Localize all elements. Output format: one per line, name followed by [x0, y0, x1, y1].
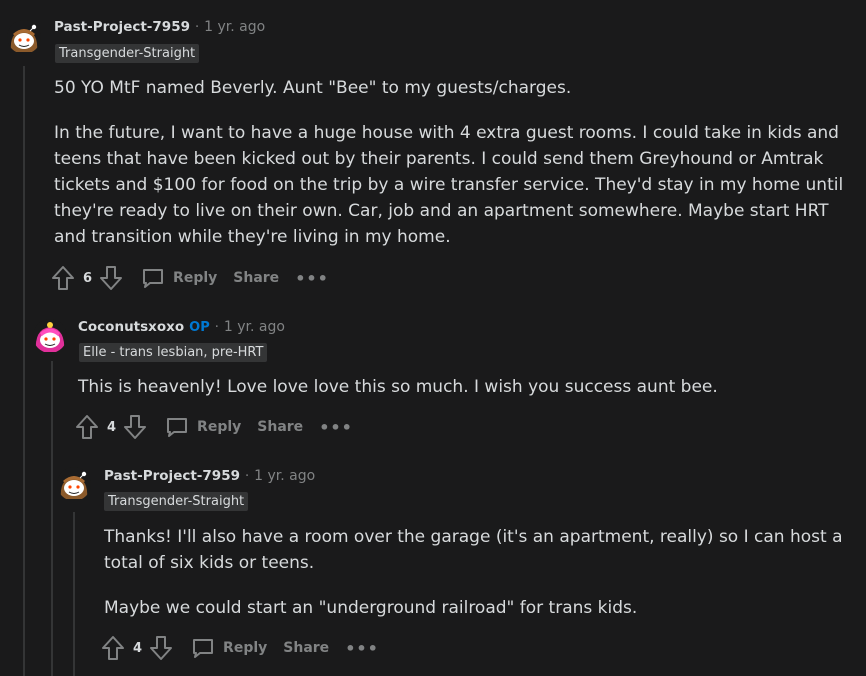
author-name[interactable]: Past-Project-7959 [104, 468, 240, 484]
reply-label: Reply [223, 640, 268, 656]
comment-actions: 4 Reply Share ••• [101, 635, 379, 661]
vote-count: 4 [133, 640, 143, 656]
timestamp[interactable]: 1 yr. ago [254, 468, 315, 484]
snoo-avatar-icon [57, 467, 91, 501]
comment-bubble-icon [193, 639, 214, 658]
downvote-icon[interactable] [149, 635, 173, 661]
comment-body: Thanks! I'll also have a room over the g… [104, 524, 856, 640]
user-flair: Transgender-Straight [104, 492, 249, 511]
meta-separator: · [244, 468, 250, 484]
comment-paragraph: Maybe we could start an "underground rai… [104, 598, 638, 618]
avatar[interactable] [57, 467, 91, 501]
more-options-button[interactable]: ••• [345, 639, 379, 658]
comment-3: Past-Project-7959 · 1 yr. ago Transgende… [0, 0, 866, 676]
comment-paragraph: Thanks! I'll also have a room over the g… [104, 527, 843, 573]
share-button[interactable]: Share [283, 640, 329, 656]
reply-button[interactable]: Reply [191, 636, 267, 660]
upvote-icon[interactable] [101, 635, 125, 661]
